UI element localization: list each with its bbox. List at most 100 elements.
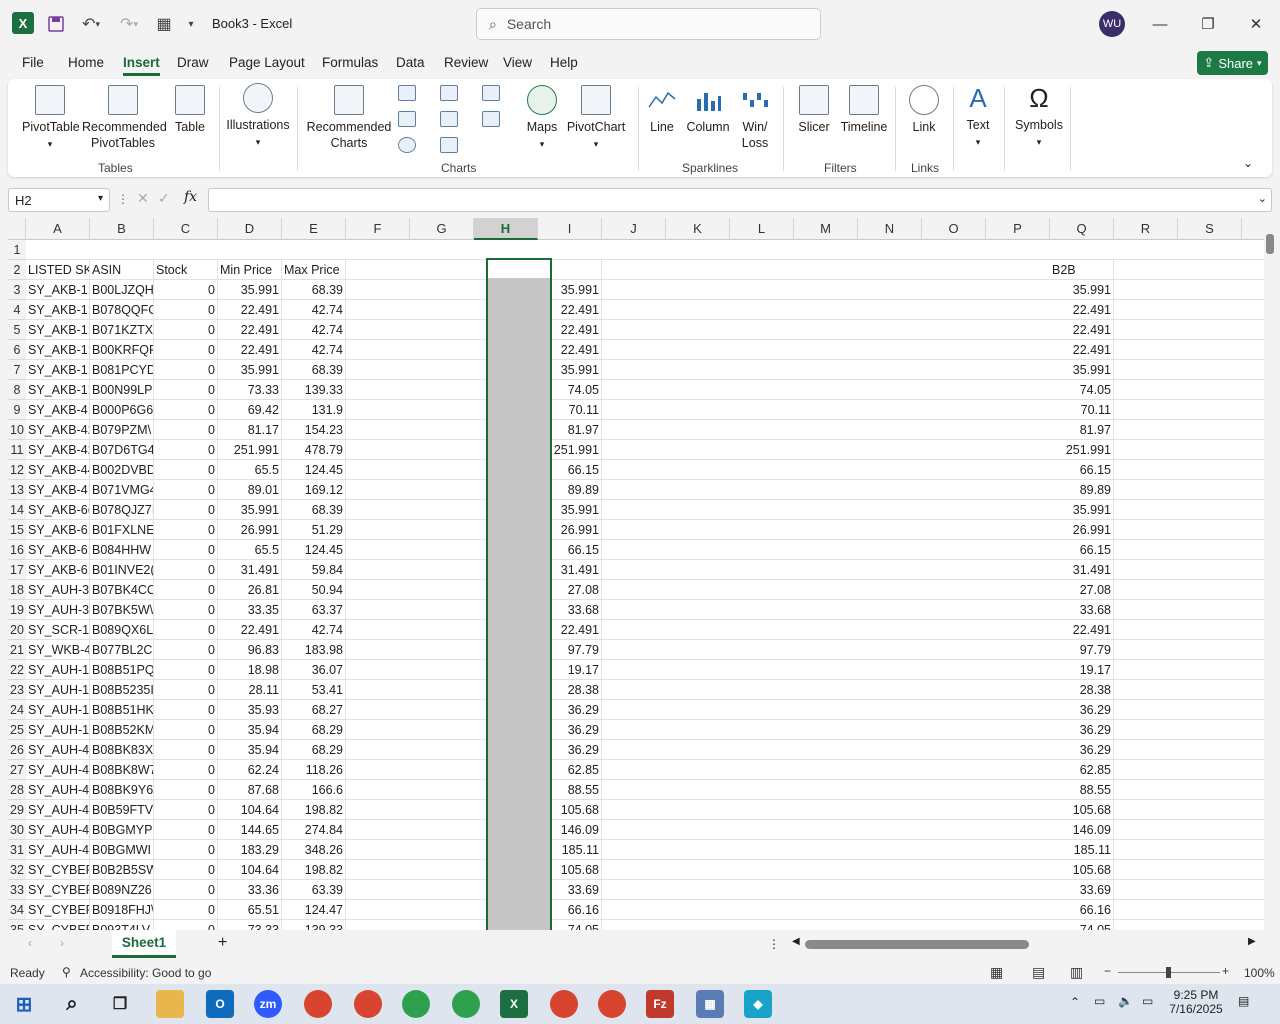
network-icon[interactable]: ▭ [1094, 994, 1105, 1008]
normal-view-icon[interactable]: ▦ [990, 964, 1003, 981]
cancel-icon[interactable]: ✕ [137, 190, 149, 207]
cell[interactable]: B089NZ26 [90, 880, 154, 900]
scatter-chart-icon[interactable] [440, 137, 458, 153]
cell[interactable]: 0 [154, 800, 218, 820]
cell[interactable]: 0 [154, 840, 218, 860]
vertical-scrollbar[interactable] [1264, 218, 1280, 930]
cell[interactable]: B08B51PQ [90, 660, 154, 680]
cell[interactable]: 81.17 [218, 420, 282, 440]
cell[interactable]: 146.09 [1050, 820, 1114, 840]
zoom-in-icon[interactable]: + [1222, 964, 1229, 978]
insert-function-icon[interactable]: fx [184, 189, 197, 205]
search-icon[interactable]: ⌕ [58, 990, 86, 1018]
cell[interactable]: 18.98 [218, 660, 282, 680]
windows-start-icon[interactable]: ⊞ [10, 990, 38, 1018]
tab-draw[interactable]: Draw [177, 55, 209, 70]
cell[interactable]: 65.5 [218, 460, 282, 480]
cell[interactable]: 19.17 [1050, 660, 1114, 680]
tab-review[interactable]: Review [444, 55, 488, 70]
cell[interactable]: 68.29 [282, 720, 346, 740]
sparkline-column-button[interactable]: Column [684, 85, 732, 135]
row-header[interactable]: 26 [8, 740, 26, 760]
scroll-right-icon[interactable]: ▶ [1248, 936, 1256, 947]
cell[interactable]: 36.29 [1050, 700, 1114, 720]
cell[interactable]: 35.94 [218, 720, 282, 740]
cell[interactable]: 0 [154, 360, 218, 380]
column-header-k[interactable]: K [666, 218, 730, 240]
column-header-e[interactable]: E [282, 218, 346, 240]
cell[interactable]: 0 [154, 640, 218, 660]
cell[interactable]: 22.491 [1050, 320, 1114, 340]
cell[interactable]: 22.491 [1050, 340, 1114, 360]
cell[interactable]: 33.69 [1050, 880, 1114, 900]
tab-formulas[interactable]: Formulas [322, 55, 378, 70]
chrome-icon[interactable] [304, 990, 332, 1018]
cell[interactable]: 0 [154, 300, 218, 320]
horizontal-scroll-thumb[interactable] [805, 940, 1029, 949]
cell[interactable]: 198.82 [282, 800, 346, 820]
clock[interactable]: 9:25 PM 7/16/2025 [1168, 988, 1224, 1016]
scroll-left-icon[interactable]: ◀ [792, 936, 800, 947]
cell[interactable]: 104.64 [218, 860, 282, 880]
cell[interactable]: 62.24 [218, 760, 282, 780]
cell[interactable]: 66.16 [1050, 900, 1114, 920]
tab-file[interactable]: File [22, 55, 44, 70]
row-header[interactable]: 31 [8, 840, 26, 860]
sparkline-winloss-button[interactable]: Win/Loss [736, 85, 774, 151]
cell[interactable]: SY_AKB-1: [26, 300, 90, 320]
cell[interactable]: 0 [154, 540, 218, 560]
cell[interactable]: 33.68 [1050, 600, 1114, 620]
line-chart-icon[interactable] [398, 111, 416, 127]
row-header[interactable]: 25 [8, 720, 26, 740]
header-cell[interactable]: Max Price [282, 260, 346, 280]
column-header-a[interactable]: A [26, 218, 90, 240]
row-header[interactable]: 4 [8, 300, 26, 320]
row-header[interactable]: 33 [8, 880, 26, 900]
table-button[interactable]: Table [170, 85, 210, 135]
cell[interactable]: 68.39 [282, 280, 346, 300]
cell[interactable]: B002DVBD [90, 460, 154, 480]
task-view-icon[interactable]: ❐ [106, 990, 134, 1018]
cell[interactable]: 36.07 [282, 660, 346, 680]
zoom-out-icon[interactable]: − [1104, 964, 1111, 978]
cell[interactable]: 124.47 [282, 900, 346, 920]
cell[interactable]: 26.991 [1050, 520, 1114, 540]
row-header[interactable]: 10 [8, 420, 26, 440]
cell[interactable]: 166.6 [282, 780, 346, 800]
row-header[interactable]: 32 [8, 860, 26, 880]
zoom-slider-thumb[interactable] [1166, 967, 1171, 978]
cell[interactable]: B00LJZQHI [90, 280, 154, 300]
cell[interactable]: B07D6TG4 [90, 440, 154, 460]
row-header[interactable]: 34 [8, 900, 26, 920]
cell[interactable]: B078QJZ7I [90, 500, 154, 520]
cell[interactable]: SY_AUH-4( [26, 820, 90, 840]
recommended-pivottables-button[interactable]: Recommended PivotTables [82, 85, 167, 151]
symbols-button[interactable]: Ω Symbols ▾ [1014, 83, 1064, 150]
row-header[interactable]: 19 [8, 600, 26, 620]
combo-chart-icon[interactable] [482, 111, 500, 127]
row-header[interactable]: 14 [8, 500, 26, 520]
cell[interactable]: B00KRFQF [90, 340, 154, 360]
cell[interactable]: 28.38 [1050, 680, 1114, 700]
chrome-icon[interactable] [550, 990, 578, 1018]
column-chart-icon[interactable] [398, 85, 416, 101]
cell[interactable]: SY_AUH-4( [26, 740, 90, 760]
row-header[interactable]: 23 [8, 680, 26, 700]
customize-toolbar-icon[interactable]: ▾ [184, 12, 198, 36]
cell[interactable]: SY_CYBER [26, 900, 90, 920]
cell[interactable]: 198.82 [282, 860, 346, 880]
cell[interactable]: 35.991 [1050, 500, 1114, 520]
cell[interactable]: 251.991 [218, 440, 282, 460]
cell[interactable]: B01FXLNE [90, 520, 154, 540]
timeline-button[interactable]: Timeline [838, 85, 890, 135]
page-break-icon[interactable]: ▥ [1070, 964, 1083, 981]
cell[interactable]: B08BK83X [90, 740, 154, 760]
cell[interactable]: B079PZM\ [90, 420, 154, 440]
cell[interactable]: B01INVE2( [90, 560, 154, 580]
header-cell[interactable]: Min Price [218, 260, 282, 280]
cell[interactable]: SY_CYBER [26, 920, 90, 930]
cell[interactable]: 65.51 [218, 900, 282, 920]
cell[interactable]: 22.491 [1050, 620, 1114, 640]
pivotchart-button[interactable]: PivotChart ▾ [564, 85, 628, 152]
cell[interactable]: 68.29 [282, 740, 346, 760]
